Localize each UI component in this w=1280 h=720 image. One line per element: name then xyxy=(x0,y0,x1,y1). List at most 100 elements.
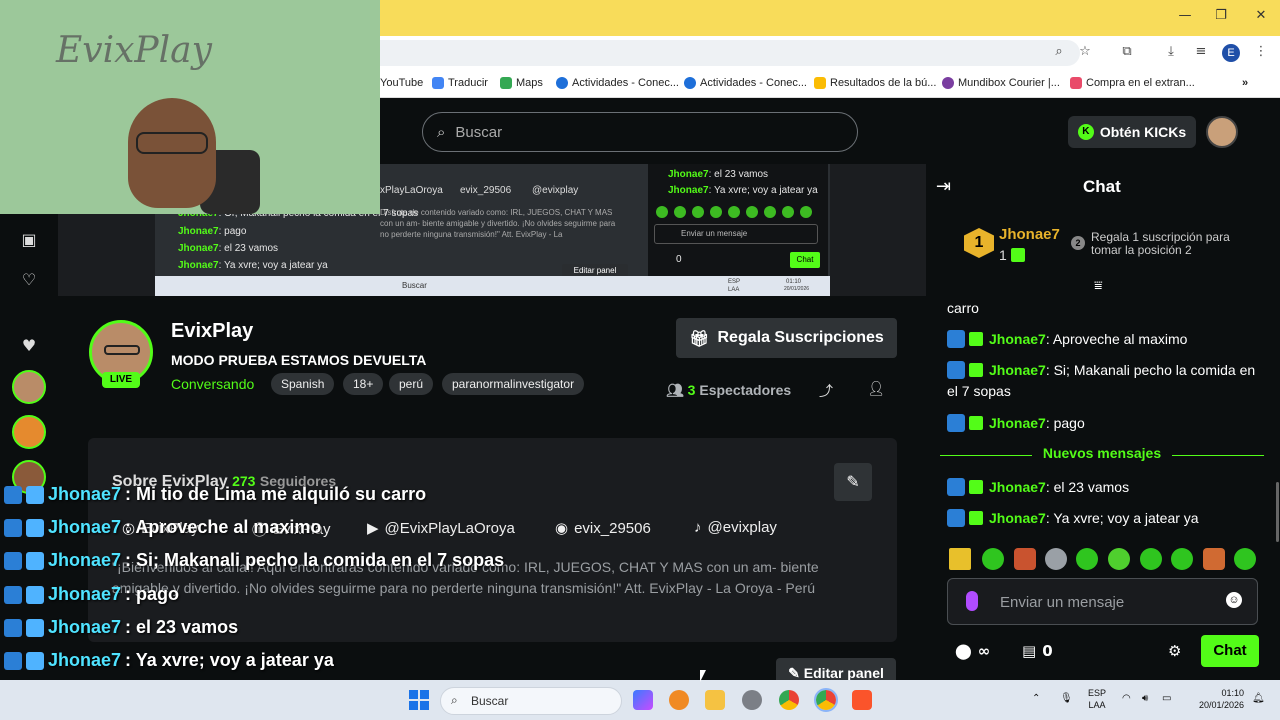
mic-icon[interactable] xyxy=(966,591,978,611)
bookmark-actividades-1[interactable]: Actividades - Conec... xyxy=(556,77,679,89)
stream-title: MODO PRUEBA ESTAMOS DEVUELTA xyxy=(171,352,427,368)
app-icon[interactable] xyxy=(742,690,762,710)
filter-icon[interactable]: ⩸ xyxy=(1094,278,1112,294)
sub-badge-icon xyxy=(969,332,983,346)
gift-subs-button[interactable]: 🎁︎ Regala Suscripciones xyxy=(676,318,897,358)
bookmark-actividades-2[interactable]: Actividades - Conec... xyxy=(684,77,807,89)
copilot-icon[interactable] xyxy=(633,690,653,710)
battery-icon[interactable]: ▭ xyxy=(1162,693,1171,704)
preview-social-discord: evix_29506 xyxy=(460,185,512,196)
preview-time: 01:10 xyxy=(786,279,802,285)
user-avatar[interactable] xyxy=(1206,116,1238,148)
emoji-icon[interactable]: ☺ xyxy=(1226,592,1242,608)
cube-icon xyxy=(26,551,44,570)
brave-icon[interactable] xyxy=(852,690,872,710)
emote-icon[interactable] xyxy=(1076,548,1098,570)
sidebar-channel-avatar[interactable] xyxy=(12,370,46,404)
file-explorer-icon[interactable] xyxy=(705,690,725,710)
tag-spanish[interactable]: Spanish xyxy=(271,373,335,395)
chrome-active-icon[interactable] xyxy=(814,688,838,712)
following-icon[interactable]: ▣ xyxy=(19,230,39,250)
preview-chat-input: Enviar un mensaje xyxy=(654,224,818,244)
chat-input[interactable] xyxy=(1000,591,1220,613)
clock[interactable]: 01:10 20/01/2026 xyxy=(1192,687,1244,711)
minimize-icon[interactable]: — xyxy=(1174,8,1196,26)
kick-badge-icon xyxy=(4,585,22,604)
media-icon[interactable]: ≡ xyxy=(1192,44,1210,62)
taskbar-search[interactable]: ⌕ Buscar xyxy=(440,687,622,715)
get-kicks-button[interactable]: K Obtén KICKs xyxy=(1068,116,1196,148)
bookmark-compra[interactable]: Compra en el extran... xyxy=(1070,77,1195,89)
bookmark-mundibox[interactable]: Mundibox Courier |... xyxy=(942,77,1060,89)
wifi-icon[interactable]: ◠ xyxy=(1122,693,1131,704)
emote-icon[interactable] xyxy=(949,548,971,570)
avatar-glasses xyxy=(104,345,140,355)
tray-chevron-icon[interactable]: ⌃ xyxy=(1032,693,1040,704)
search-app-icon[interactable] xyxy=(669,690,689,710)
points-indicator[interactable]: ⬤ ∞ xyxy=(955,642,990,660)
social-discord[interactable]: ◉ evix_29506 xyxy=(555,519,651,538)
sidebar-channel-avatar[interactable] xyxy=(12,415,46,449)
bookmark-maps[interactable]: Maps xyxy=(500,77,543,89)
rank-2-text: Regala 1 suscripción para tomar la posic… xyxy=(1091,230,1230,257)
chat-send-button[interactable]: Chat xyxy=(1201,635,1259,667)
scrollbar[interactable] xyxy=(1276,482,1279,542)
youtube-icon: ▶ xyxy=(367,520,379,537)
cube-icon xyxy=(26,618,44,637)
top-gifter-count: 1 xyxy=(999,247,1031,263)
emote-icon[interactable] xyxy=(1140,548,1162,570)
tray-mic-icon[interactable]: 🎙︎ xyxy=(1060,693,1073,704)
chat-settings-icon[interactable]: ⚙ xyxy=(1168,642,1181,660)
search-icon: ⌕ xyxy=(451,693,458,707)
tag-18plus[interactable]: 18+ xyxy=(343,373,384,395)
windows-start-icon[interactable] xyxy=(409,690,429,710)
emote-icon[interactable] xyxy=(1171,548,1193,570)
chat-input-box xyxy=(947,578,1258,625)
maximize-icon[interactable]: ❐ xyxy=(1210,8,1232,26)
menu-icon[interactable]: ⋮ xyxy=(1252,44,1270,62)
emote-icon[interactable] xyxy=(1108,548,1130,570)
download-icon[interactable]: ⤓ xyxy=(1162,44,1180,62)
social-youtube[interactable]: ▶ @EvixPlayLaOroya xyxy=(367,519,515,538)
omnibox[interactable] xyxy=(380,40,1080,66)
bookmark-star-icon[interactable]: ☆ xyxy=(1076,44,1094,62)
bookmark-traducir[interactable]: Traducir xyxy=(432,77,488,89)
chat-message: Jhonae7: Aproveche al maximo xyxy=(947,329,1257,350)
input-language[interactable]: ESP LAA xyxy=(1088,687,1106,711)
tag-paranormal[interactable]: paranormalinvestigator xyxy=(442,373,585,395)
chrome-icon[interactable] xyxy=(779,690,799,710)
emote-icon[interactable] xyxy=(1234,548,1256,570)
emote-icon[interactable] xyxy=(982,548,1004,570)
share-icon[interactable]: ⤴ xyxy=(817,381,835,400)
bookmarks-more-icon[interactable]: » xyxy=(1242,77,1248,89)
bookmark-resultados[interactable]: Resultados de la bú... xyxy=(814,77,936,89)
stream-category[interactable]: Conversando xyxy=(171,376,254,392)
gift-box-icon: ▤ xyxy=(1022,642,1037,660)
emote-icon[interactable] xyxy=(1045,548,1067,570)
collapse-chat-icon[interactable]: ⇥ xyxy=(936,176,956,197)
follow-user-icon[interactable]: 👤︎ xyxy=(867,381,885,399)
heart-outline-icon[interactable]: ♡ xyxy=(19,270,39,290)
social-tiktok[interactable]: ♪ @evixplay xyxy=(694,519,777,536)
heart-icon[interactable]: ♥ xyxy=(19,336,39,356)
overlay-chat-line: Jhonae7: Aproveche al maximo xyxy=(4,517,321,538)
close-icon[interactable]: ✕ xyxy=(1250,8,1272,26)
top-gifter-name[interactable]: Jhonae7 xyxy=(999,226,1060,243)
tag-peru[interactable]: perú xyxy=(389,373,434,395)
drops-indicator[interactable]: ▤ 0 xyxy=(1022,642,1053,660)
extensions-icon[interactable]: ⧉ xyxy=(1118,44,1136,62)
volume-icon[interactable]: 🔊︎ xyxy=(1142,693,1148,704)
site-icon xyxy=(556,77,568,89)
search-input[interactable]: ⌕ Buscar xyxy=(422,112,858,152)
notifications-icon[interactable]: 🔔︎ xyxy=(1252,693,1265,704)
bookmark-youtube[interactable]: YouTube xyxy=(380,77,423,89)
edit-pencil-icon[interactable]: ✎ xyxy=(834,463,872,501)
viewer-count: 👥︎ 3 Espectadores xyxy=(666,382,792,399)
emote-icon[interactable] xyxy=(1203,548,1225,570)
channel-name[interactable]: EvixPlay xyxy=(171,320,253,343)
emote-icon[interactable] xyxy=(1014,548,1036,570)
chat-message: Jhonae7: Ya xvre; voy a jatear ya xyxy=(947,508,1257,529)
preview-chat-button: Chat xyxy=(790,252,820,268)
zoom-icon[interactable]: ⌕ xyxy=(1050,44,1068,62)
profile-icon[interactable]: E xyxy=(1222,44,1240,62)
